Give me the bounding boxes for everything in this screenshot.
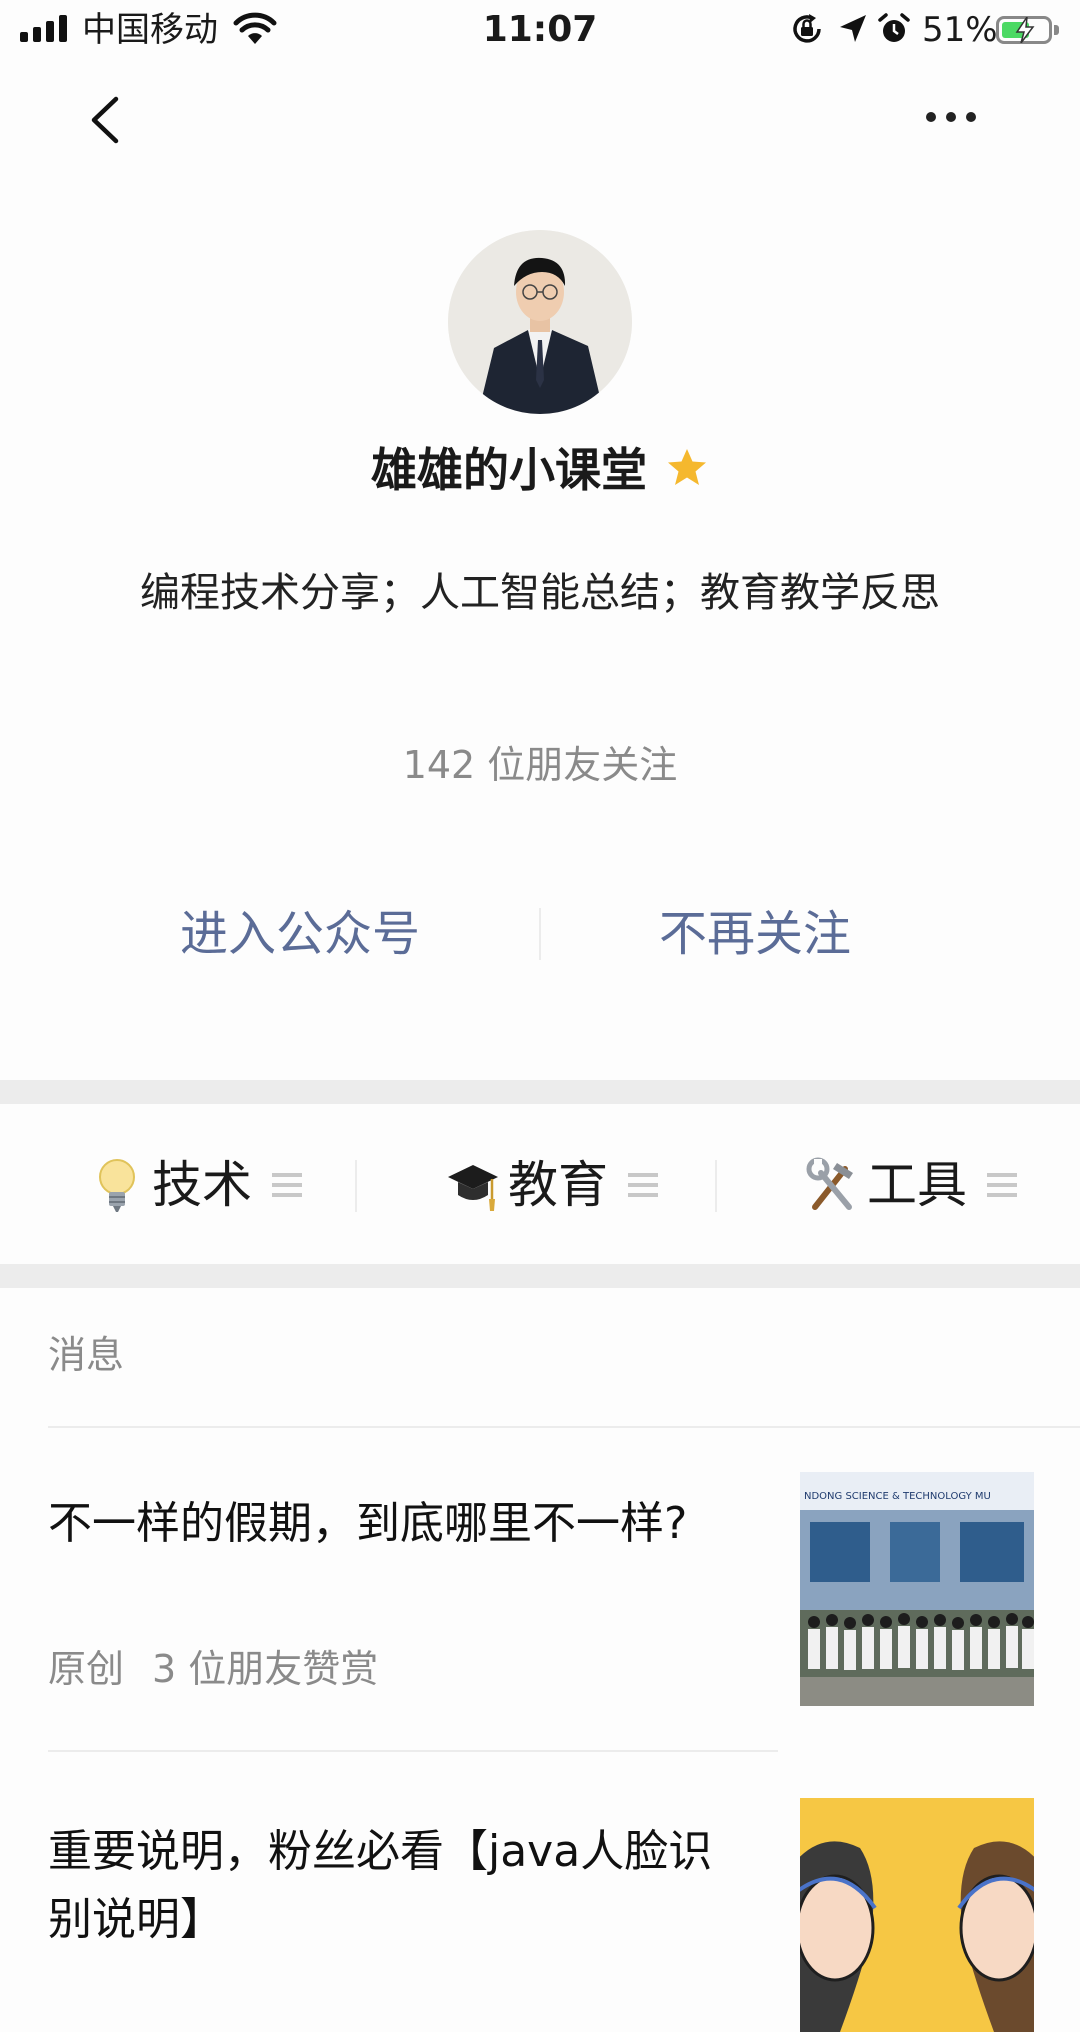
original-tag: 原创 [48,1647,125,1691]
menu-label: 教育 [508,1156,608,1214]
location-arrow-icon [840,15,866,42]
menu-item-tools[interactable]: 工具 [805,1150,1017,1220]
section-divider [0,1080,1080,1104]
divider [48,1426,1080,1428]
account-name: 雄雄的小课堂 [371,443,647,497]
thumbnail-caption: NDONG SCIENCE & TECHNOLOGY MU [804,1491,991,1502]
orientation-lock-icon [793,14,821,43]
graduation-cap-icon [448,1165,498,1211]
unfollow-button[interactable]: 不再关注 [630,904,880,964]
battery-tip [1054,25,1059,35]
divider [355,1160,357,1212]
appreciation-count: 3 位朋友赞赏 [152,1647,379,1691]
article-meta: 原创 3 位朋友赞赏 [48,1644,378,1694]
profile-name-row: 雄雄的小课堂 [0,440,1080,500]
section-divider [0,1264,1080,1288]
tools-icon [806,1157,853,1210]
menu-label: 技术 [152,1156,252,1214]
menu-item-education[interactable]: 教育 [446,1150,658,1220]
article-thumbnail[interactable]: NDONG SCIENCE & TECHNOLOGY MU [800,1472,1034,1706]
more-dots-icon[interactable] [926,112,976,122]
menu-label: 工具 [867,1156,967,1214]
light-bulb-icon [99,1159,135,1212]
article-thumbnail[interactable] [800,1798,1034,2032]
menu-item-tech[interactable]: 技术 [90,1150,302,1220]
enter-account-button[interactable]: 进入公众号 [150,904,450,964]
alarm-icon [878,13,910,42]
divider [48,1750,778,1752]
avatar[interactable] [448,230,632,414]
star-icon [668,449,706,485]
status-bar: 中国移动 11:07 51% [0,0,1080,60]
battery-icon [996,16,1052,44]
menu-lines-icon [987,1173,1017,1197]
messages-section-label: 消息 [48,1333,125,1377]
chevron-left-icon[interactable] [88,96,122,144]
clock: 11:07 [482,9,598,50]
menu-lines-icon [628,1173,658,1197]
divider [539,908,541,960]
article-title[interactable]: 不一样的假期，到底哪里不一样? [48,1490,748,1558]
account-description: 编程技术分享；人工智能总结；教育教学反思 [140,570,940,616]
battery-percent: 51% [922,10,998,50]
article-title[interactable]: 重要说明，粉丝必看【java人脸识别说明】 [48,1818,748,1954]
follower-count: 142 位朋友关注 [402,743,678,787]
divider [715,1160,717,1212]
menu-lines-icon [272,1173,302,1197]
